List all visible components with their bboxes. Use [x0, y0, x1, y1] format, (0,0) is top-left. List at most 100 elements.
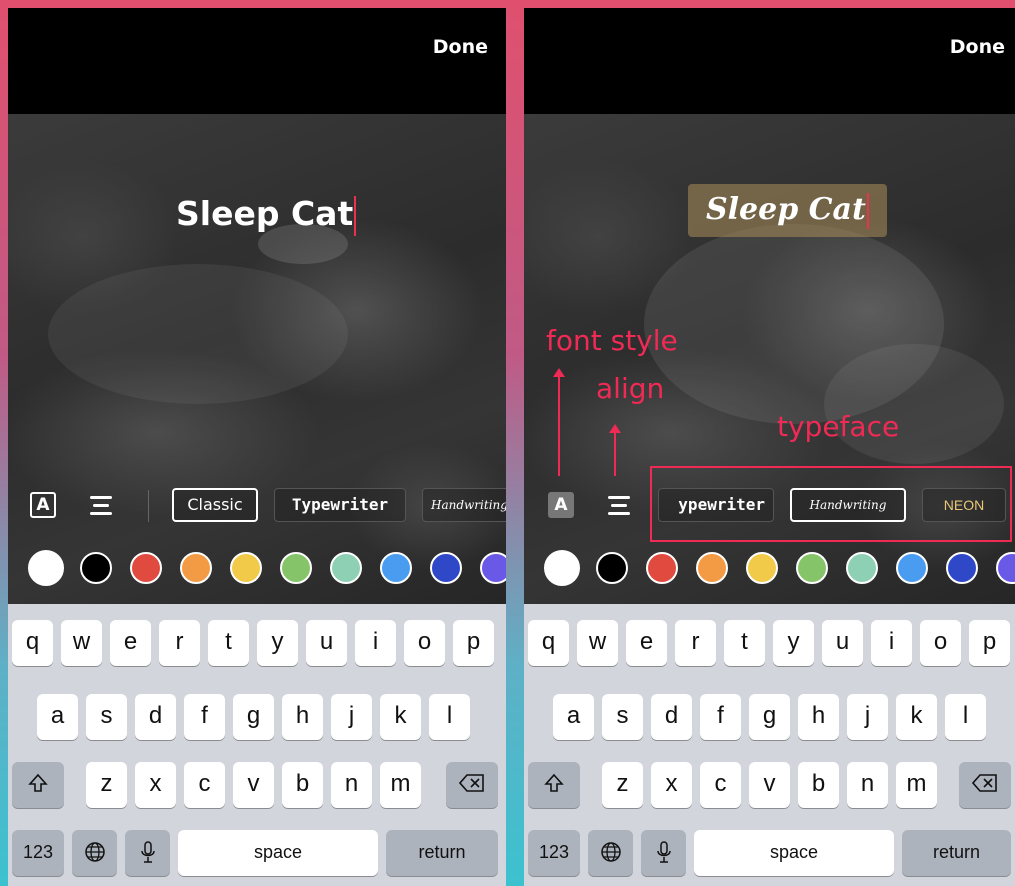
- key-k[interactable]: k: [380, 694, 421, 740]
- key-r[interactable]: r: [159, 620, 200, 666]
- key-t[interactable]: t: [724, 620, 765, 666]
- key-n[interactable]: n: [847, 762, 888, 808]
- color-swatch-yellow[interactable]: [746, 552, 778, 584]
- color-swatch-orange[interactable]: [696, 552, 728, 584]
- key-o[interactable]: o: [920, 620, 961, 666]
- key-h[interactable]: h: [798, 694, 839, 740]
- globe-key[interactable]: [72, 830, 117, 876]
- key-y[interactable]: y: [773, 620, 814, 666]
- color-swatch-blue[interactable]: [380, 552, 412, 584]
- key-n[interactable]: n: [331, 762, 372, 808]
- key-s[interactable]: s: [602, 694, 643, 740]
- key-d[interactable]: d: [651, 694, 692, 740]
- color-swatch-red[interactable]: [646, 552, 678, 584]
- caption-text-box[interactable]: Sleep Cat: [176, 194, 357, 236]
- key-s[interactable]: s: [86, 694, 127, 740]
- key-g[interactable]: g: [749, 694, 790, 740]
- space-key[interactable]: space: [694, 830, 894, 876]
- key-g[interactable]: g: [233, 694, 274, 740]
- key-w[interactable]: w: [61, 620, 102, 666]
- key-q[interactable]: q: [528, 620, 569, 666]
- key-k[interactable]: k: [896, 694, 937, 740]
- align-icon[interactable]: [606, 492, 632, 518]
- key-z[interactable]: z: [602, 762, 643, 808]
- color-swatch-teal[interactable]: [846, 552, 878, 584]
- caption-text-box[interactable]: Sleep Cat: [688, 184, 887, 237]
- color-swatch-navy[interactable]: [430, 552, 462, 584]
- key-w[interactable]: w: [577, 620, 618, 666]
- numbers-key[interactable]: 123: [528, 830, 580, 876]
- numbers-key[interactable]: 123: [12, 830, 64, 876]
- key-m[interactable]: m: [896, 762, 937, 808]
- key-j[interactable]: j: [331, 694, 372, 740]
- color-swatch-green[interactable]: [280, 552, 312, 584]
- key-o[interactable]: o: [404, 620, 445, 666]
- return-key[interactable]: return: [386, 830, 498, 876]
- key-e[interactable]: e: [110, 620, 151, 666]
- font-style-icon[interactable]: A: [30, 492, 56, 518]
- key-d[interactable]: d: [135, 694, 176, 740]
- key-u[interactable]: u: [306, 620, 347, 666]
- key-x[interactable]: x: [135, 762, 176, 808]
- globe-key[interactable]: [588, 830, 633, 876]
- align-icon[interactable]: [88, 492, 114, 518]
- key-a[interactable]: a: [553, 694, 594, 740]
- key-i[interactable]: i: [355, 620, 396, 666]
- key-v[interactable]: v: [233, 762, 274, 808]
- mic-key[interactable]: [641, 830, 686, 876]
- key-b[interactable]: b: [282, 762, 323, 808]
- shift-key[interactable]: [528, 762, 580, 808]
- key-l[interactable]: l: [945, 694, 986, 740]
- key-q[interactable]: q: [12, 620, 53, 666]
- typeface-neon[interactable]: NEON: [922, 488, 1006, 522]
- typeface-classic[interactable]: Classic: [172, 488, 258, 522]
- color-swatch-orange[interactable]: [180, 552, 212, 584]
- color-swatch-teal[interactable]: [330, 552, 362, 584]
- key-i[interactable]: i: [871, 620, 912, 666]
- key-y[interactable]: y: [257, 620, 298, 666]
- color-swatch-black[interactable]: [596, 552, 628, 584]
- color-swatch-yellow[interactable]: [230, 552, 262, 584]
- key-v[interactable]: v: [749, 762, 790, 808]
- key-l[interactable]: l: [429, 694, 470, 740]
- typeface-handwriting[interactable]: Handwriting: [422, 488, 506, 522]
- color-swatch-black[interactable]: [80, 552, 112, 584]
- key-e[interactable]: e: [626, 620, 667, 666]
- key-j[interactable]: j: [847, 694, 888, 740]
- color-swatch-purple[interactable]: [996, 552, 1015, 584]
- key-u[interactable]: u: [822, 620, 863, 666]
- key-h[interactable]: h: [282, 694, 323, 740]
- key-p[interactable]: p: [969, 620, 1010, 666]
- key-z[interactable]: z: [86, 762, 127, 808]
- typeface-typewriter[interactable]: ypewriter: [658, 488, 774, 522]
- color-swatch-blue[interactable]: [896, 552, 928, 584]
- key-c[interactable]: c: [184, 762, 225, 808]
- color-swatch-navy[interactable]: [946, 552, 978, 584]
- typeface-typewriter[interactable]: Typewriter: [274, 488, 406, 522]
- typeface-handwriting[interactable]: Handwriting: [790, 488, 906, 522]
- key-a[interactable]: a: [37, 694, 78, 740]
- mic-key[interactable]: [125, 830, 170, 876]
- backspace-key[interactable]: [959, 762, 1011, 808]
- space-key[interactable]: space: [178, 830, 378, 876]
- color-swatch-white[interactable]: [28, 550, 64, 586]
- key-c[interactable]: c: [700, 762, 741, 808]
- color-swatch-purple[interactable]: [480, 552, 506, 584]
- key-r[interactable]: r: [675, 620, 716, 666]
- color-swatch-green[interactable]: [796, 552, 828, 584]
- shift-key[interactable]: [12, 762, 64, 808]
- key-p[interactable]: p: [453, 620, 494, 666]
- key-x[interactable]: x: [651, 762, 692, 808]
- key-t[interactable]: t: [208, 620, 249, 666]
- done-button[interactable]: Done: [950, 36, 1005, 58]
- key-b[interactable]: b: [798, 762, 839, 808]
- backspace-key[interactable]: [446, 762, 498, 808]
- return-key[interactable]: return: [902, 830, 1011, 876]
- key-f[interactable]: f: [184, 694, 225, 740]
- key-f[interactable]: f: [700, 694, 741, 740]
- color-swatch-red[interactable]: [130, 552, 162, 584]
- color-swatch-white[interactable]: [544, 550, 580, 586]
- font-style-icon[interactable]: A: [548, 492, 574, 518]
- key-m[interactable]: m: [380, 762, 421, 808]
- done-button[interactable]: Done: [433, 36, 488, 58]
